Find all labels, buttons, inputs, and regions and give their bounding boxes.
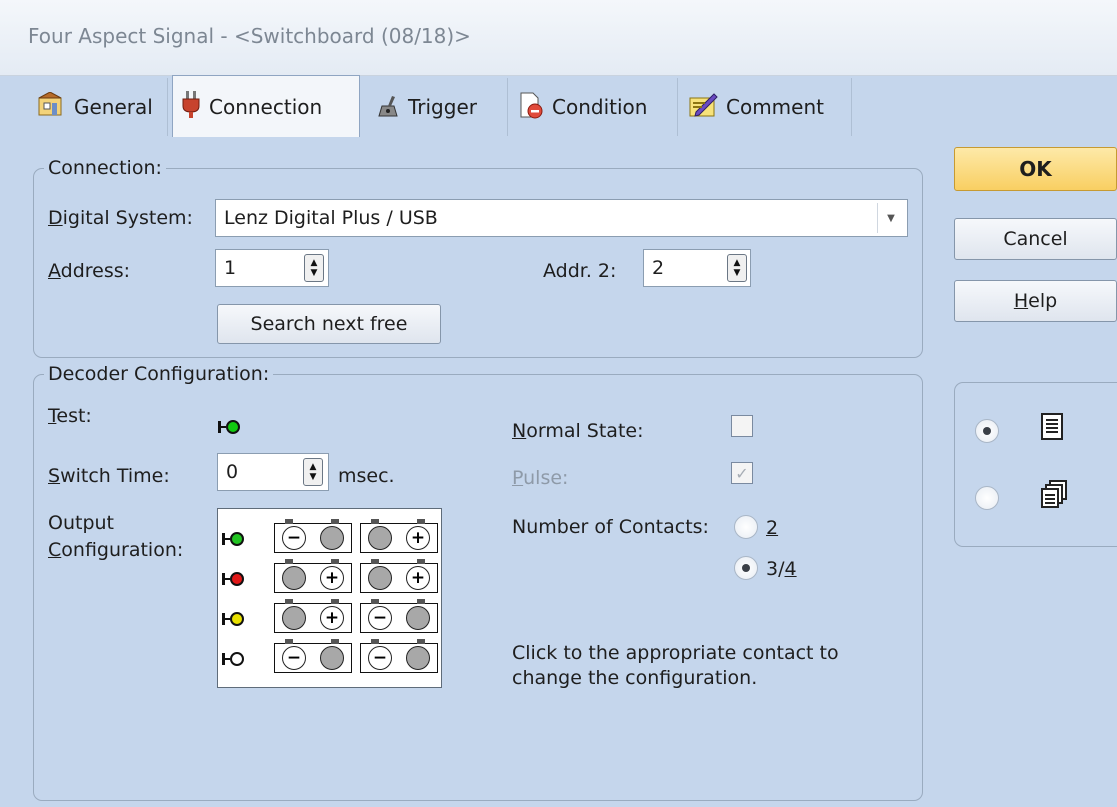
contact-neutral[interactable] xyxy=(282,606,306,630)
contact-plus[interactable]: + xyxy=(320,606,344,630)
general-icon xyxy=(36,90,66,123)
contact-pair[interactable]: + xyxy=(274,559,352,593)
pulse-checkbox[interactable]: ✓ xyxy=(731,462,753,484)
test-led-icon[interactable] xyxy=(218,418,242,440)
plug-icon xyxy=(181,90,201,123)
contact-plus[interactable]: + xyxy=(320,566,344,590)
addr2-spinner[interactable]: ▲ ▼ xyxy=(727,254,747,282)
tab-condition-label: Condition xyxy=(552,95,648,119)
list-view-icon[interactable] xyxy=(1040,413,1066,446)
contact-pair[interactable]: − xyxy=(360,599,438,633)
green-aspect-led-icon xyxy=(222,530,246,552)
contacts-2-label: 2 xyxy=(766,517,779,539)
tab-comment-label: Comment xyxy=(726,95,824,119)
contacts-34-radio[interactable] xyxy=(734,556,758,580)
red-aspect-led-icon xyxy=(222,570,246,592)
connection-group xyxy=(33,168,923,358)
comment-icon xyxy=(688,92,718,123)
contact-pair[interactable]: + xyxy=(360,559,438,593)
test-label: Test: xyxy=(48,405,92,427)
tab-connection-label: Connection xyxy=(209,94,323,119)
cancel-label: Cancel xyxy=(1003,228,1068,250)
search-next-free-button[interactable]: Search next free xyxy=(217,304,441,344)
tab-trigger-label: Trigger xyxy=(408,95,477,119)
pulse-label: Pulse: xyxy=(512,467,569,489)
contacts-34-label: 3/4 xyxy=(766,558,797,580)
ok-button[interactable]: OK xyxy=(954,147,1117,191)
contact-minus[interactable]: − xyxy=(282,526,306,550)
contact-neutral[interactable] xyxy=(406,646,430,670)
contact-neutral[interactable] xyxy=(406,606,430,630)
output-config-label-2: Configuration: xyxy=(48,539,184,561)
contact-pair[interactable]: − xyxy=(274,639,352,673)
list-view-radio[interactable] xyxy=(975,419,999,443)
view-mode-group xyxy=(954,382,1117,547)
trigger-icon xyxy=(376,92,400,123)
output-config-label-1: Output xyxy=(48,512,114,534)
contact-minus[interactable]: − xyxy=(368,646,392,670)
connection-group-title: Connection: xyxy=(44,157,166,179)
normal-state-label: Normal State: xyxy=(512,420,644,442)
tab-comment[interactable]: Comment xyxy=(680,78,852,136)
yellow-aspect-led-icon xyxy=(222,610,246,632)
help-button[interactable]: Help xyxy=(954,280,1117,322)
copy-view-icon[interactable] xyxy=(1040,479,1070,514)
contact-neutral[interactable] xyxy=(282,566,306,590)
contact-pair[interactable]: + xyxy=(274,599,352,633)
digital-system-value: Lenz Digital Plus / USB xyxy=(224,207,438,229)
decoder-group-title: Decoder Configuration: xyxy=(44,363,274,385)
cancel-button[interactable]: Cancel xyxy=(954,218,1117,260)
contacts-2-radio[interactable] xyxy=(734,515,758,539)
digital-system-label: Digital System: xyxy=(48,207,193,229)
copy-view-radio[interactable] xyxy=(975,486,999,510)
addr2-value: 2 xyxy=(652,257,665,279)
switch-time-spinner[interactable]: ▲ ▼ xyxy=(303,458,323,486)
address-label: Address: xyxy=(48,260,131,282)
contact-pair[interactable]: + xyxy=(360,519,438,553)
addr2-label: Addr. 2: xyxy=(543,260,617,282)
condition-icon xyxy=(518,91,544,124)
ok-label: OK xyxy=(1019,157,1052,181)
contact-neutral[interactable] xyxy=(368,526,392,550)
checkmark-icon: ✓ xyxy=(735,463,749,483)
switch-time-value: 0 xyxy=(226,461,239,483)
hint-line-2: change the configuration. xyxy=(512,667,758,689)
decoder-group xyxy=(33,374,923,801)
chevron-down-icon[interactable]: ▼ xyxy=(877,203,904,233)
switch-time-label: Switch Time: xyxy=(48,465,170,487)
normal-state-checkbox[interactable] xyxy=(731,415,753,437)
address-spinner[interactable]: ▲ ▼ xyxy=(304,254,324,282)
help-label: Help xyxy=(1013,290,1058,312)
contact-minus[interactable]: − xyxy=(368,606,392,630)
tab-trigger[interactable]: Trigger xyxy=(368,78,508,136)
address-value: 1 xyxy=(224,257,237,279)
switch-time-unit: msec. xyxy=(338,465,395,487)
contact-plus[interactable]: + xyxy=(406,566,430,590)
tab-condition[interactable]: Condition xyxy=(510,78,678,136)
window-title: Four Aspect Signal - <Switchboard (08/18… xyxy=(28,24,471,48)
contact-minus[interactable]: − xyxy=(282,646,306,670)
tab-connection[interactable]: Connection xyxy=(172,75,360,137)
contact-pair[interactable]: − xyxy=(360,639,438,673)
hint-line-1: Click to the appropriate contact to xyxy=(512,642,839,664)
white-aspect-led-icon xyxy=(222,650,246,672)
search-next-free-label: Search next free xyxy=(250,313,408,335)
contact-neutral[interactable] xyxy=(320,646,344,670)
tab-general-label: General xyxy=(74,95,153,119)
contact-pair[interactable]: − xyxy=(274,519,352,553)
tab-general[interactable]: General xyxy=(28,78,168,136)
contact-neutral[interactable] xyxy=(320,526,344,550)
contact-plus[interactable]: + xyxy=(406,526,430,550)
contact-neutral[interactable] xyxy=(368,566,392,590)
contacts-label: Number of Contacts: xyxy=(512,516,709,538)
digital-system-select[interactable]: Lenz Digital Plus / USB xyxy=(215,199,908,237)
